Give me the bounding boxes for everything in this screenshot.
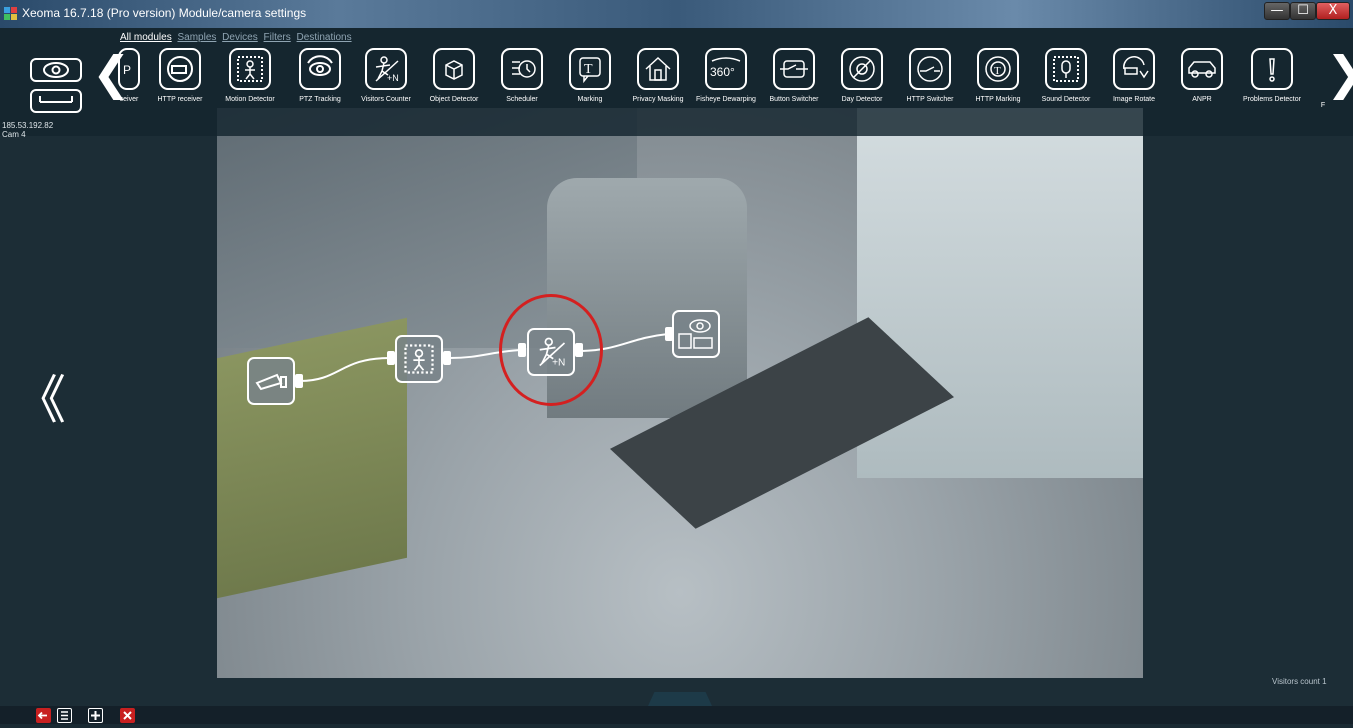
node-output-port[interactable] xyxy=(443,351,451,365)
highlight-circle xyxy=(499,294,603,406)
chain-connectors xyxy=(299,333,669,382)
bottom-toolbar xyxy=(0,706,1353,724)
camera-source-node[interactable] xyxy=(247,357,295,405)
node-output-port[interactable] xyxy=(295,374,303,388)
panel-drag-handle[interactable] xyxy=(648,692,712,706)
motion-detector-icon xyxy=(404,344,434,374)
preview-archive-icon xyxy=(678,319,713,349)
motion-detector-node[interactable] xyxy=(395,335,443,383)
camera-icon xyxy=(255,373,287,391)
visitors-count-label: Visitors count 1 xyxy=(1272,677,1327,686)
exit-arrow-icon[interactable] xyxy=(36,708,51,723)
list-icon[interactable] xyxy=(57,708,72,723)
add-icon[interactable] xyxy=(88,708,103,723)
node-input-port[interactable] xyxy=(387,351,395,365)
delete-icon[interactable] xyxy=(120,708,135,723)
preview-archive-node[interactable] xyxy=(672,310,720,358)
